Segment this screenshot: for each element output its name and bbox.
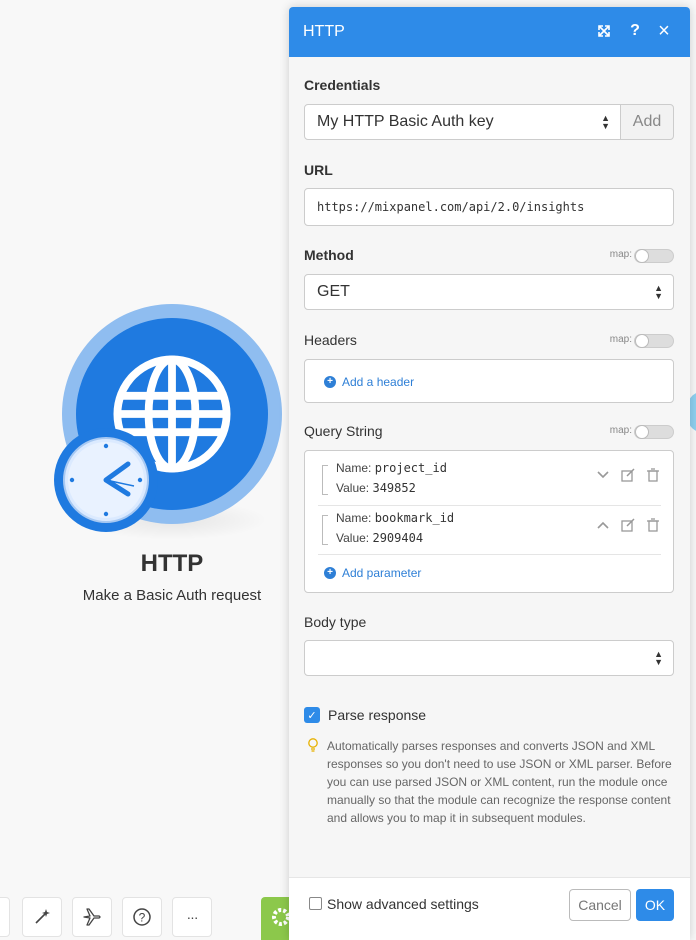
credentials-label: Credentials: [304, 77, 381, 93]
param-name-value: project_id: [374, 461, 447, 475]
advanced-settings-checkbox[interactable]: [309, 897, 322, 910]
trash-icon[interactable]: [645, 517, 661, 533]
plus-circle-icon: +: [324, 376, 336, 388]
param-value-label: Value:: [336, 531, 370, 545]
edit-icon[interactable]: [620, 517, 636, 533]
more-button[interactable]: ···: [172, 897, 212, 937]
chevron-down-icon[interactable]: [595, 467, 611, 483]
url-input[interactable]: https://mixpanel.com/api/2.0/insights: [304, 188, 674, 226]
svg-text:?: ?: [139, 911, 146, 925]
edit-icon[interactable]: [620, 467, 636, 483]
param-value-line: Value: 349852: [336, 481, 416, 495]
more-icon: ···: [186, 909, 199, 925]
param-value-value: 349852: [372, 481, 416, 495]
headers-box: + Add a header: [304, 359, 674, 403]
magic-wand-icon: [35, 909, 50, 924]
add-credentials-button[interactable]: Add: [620, 104, 674, 140]
http-settings-panel: HTTP ? × Credentials My HTTP Basic Auth …: [289, 7, 690, 940]
parse-response-hint: Automatically parses responses and conve…: [327, 739, 672, 825]
param-bracket: [322, 515, 328, 545]
add-parameter-button[interactable]: + Add parameter: [324, 566, 421, 580]
param-bracket: [322, 465, 328, 495]
query-string-label: Query String: [304, 423, 383, 439]
param-name-value: bookmark_id: [374, 511, 455, 525]
schedule-badge[interactable]: [54, 428, 158, 532]
add-header-button[interactable]: + Add a header: [324, 375, 414, 389]
parse-response-label: Parse response: [328, 707, 427, 723]
query-string-map-label: map:: [609, 425, 632, 436]
close-icon[interactable]: ×: [654, 20, 674, 42]
select-arrows-icon: ▲ ▼: [601, 113, 610, 131]
select-arrows-icon: ▲ ▼: [654, 649, 663, 667]
plus-circle-icon: +: [324, 567, 336, 579]
trash-icon[interactable]: [645, 467, 661, 483]
url-label: URL: [304, 162, 333, 178]
module-title: HTTP: [140, 550, 204, 577]
panel-body: Credentials My HTTP Basic Auth key ▲ ▼ Ad…: [289, 57, 690, 877]
panel-header: HTTP ? ×: [289, 7, 690, 57]
advanced-settings-label[interactable]: Show advanced settings: [327, 896, 479, 912]
help-button[interactable]: ?: [122, 897, 162, 937]
headers-map-label: map:: [609, 334, 632, 345]
add-parameter-label: Add parameter: [342, 566, 422, 580]
headers-map-toggle[interactable]: [634, 334, 674, 348]
param-name-line: Name: project_id: [336, 461, 447, 475]
credentials-selected-value: My HTTP Basic Auth key: [317, 113, 494, 130]
toolbar-button-partial[interactable]: [0, 897, 10, 937]
method-label: Method: [304, 247, 354, 263]
chevron-up-icon[interactable]: [595, 517, 611, 533]
airplane-button[interactable]: [72, 897, 112, 937]
param-value-value: 2909404: [372, 531, 424, 545]
method-select[interactable]: GET ▲ ▼: [304, 274, 674, 310]
panel-footer: Show advanced settings Cancel OK: [289, 877, 690, 940]
cancel-button[interactable]: Cancel: [569, 889, 631, 921]
headers-label: Headers: [304, 332, 357, 348]
module-subtitle: Make a Basic Auth request: [82, 587, 262, 604]
airplane-icon: [83, 908, 101, 926]
help-icon[interactable]: ?: [625, 21, 645, 41]
body-type-label: Body type: [304, 614, 367, 630]
expand-icon: [598, 25, 610, 37]
panel-title: HTTP: [303, 23, 345, 40]
parse-response-checkbox[interactable]: ✓: [304, 707, 320, 723]
param-divider: [318, 554, 661, 555]
select-arrows-icon: ▲ ▼: [654, 283, 663, 301]
param-name-label: Name:: [336, 461, 372, 475]
method-selected-value: GET: [317, 283, 350, 300]
query-string-map-toggle[interactable]: [634, 425, 674, 439]
param-name-line: Name: bookmark_id: [336, 511, 454, 525]
param-value-label: Value:: [336, 481, 370, 495]
magic-wand-button[interactable]: [22, 897, 62, 937]
help-icon: ?: [133, 908, 151, 926]
expand-button[interactable]: [594, 21, 614, 41]
clock-icon: [63, 437, 149, 523]
lightbulb-icon: [307, 738, 319, 752]
method-map-label: map:: [609, 249, 632, 260]
method-map-toggle[interactable]: [634, 249, 674, 263]
body-type-select[interactable]: ▲ ▼: [304, 640, 674, 676]
query-param-item[interactable]: Name: project_id Value: 349852: [318, 455, 661, 505]
ok-button[interactable]: OK: [636, 889, 674, 921]
query-string-box: Name: project_id Value: 349852 Name: boo…: [304, 450, 674, 593]
param-value-line: Value: 2909404: [336, 531, 423, 545]
query-param-item[interactable]: Name: bookmark_id Value: 2909404: [318, 505, 661, 555]
add-header-label: Add a header: [342, 375, 415, 389]
credentials-select[interactable]: My HTTP Basic Auth key ▲ ▼: [304, 104, 621, 140]
param-name-label: Name:: [336, 511, 372, 525]
